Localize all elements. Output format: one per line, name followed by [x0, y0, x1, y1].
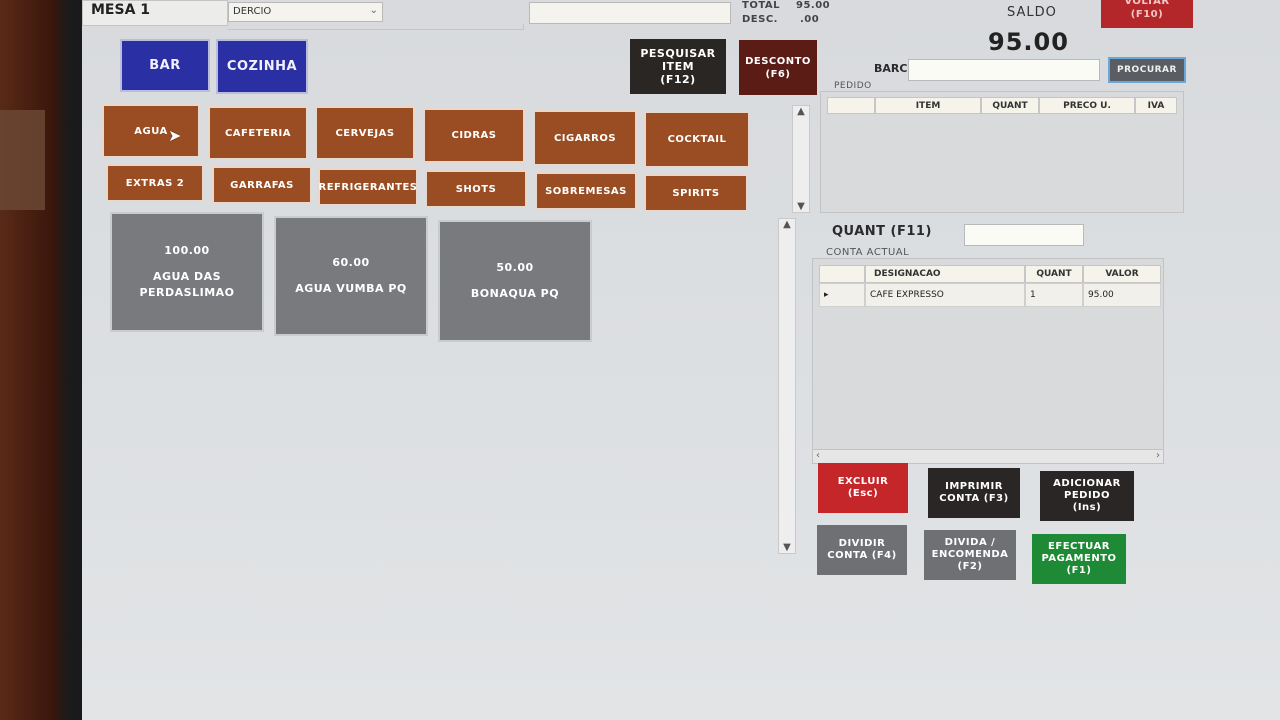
row-valor: 95.00: [1083, 283, 1161, 307]
conta-hscrollbar[interactable]: ‹ ›: [813, 449, 1163, 463]
imprimir-conta-button[interactable]: IMPRIMIR CONTA (F3): [928, 468, 1020, 518]
product-tile[interactable]: 60.00 AGUA VUMBA PQ: [274, 216, 428, 336]
category-button-shots[interactable]: SHOTS: [425, 170, 527, 208]
pesquisar-item-button[interactable]: PESQUISAR ITEM (F12): [630, 39, 726, 94]
dividir-conta-button[interactable]: DIVIDIR CONTA (F4): [817, 525, 907, 575]
conta-col-valor: VALOR: [1083, 265, 1161, 283]
category-button-sobremesas[interactable]: SOBREMESAS: [535, 172, 637, 210]
excluir-button[interactable]: EXCLUIR (Esc): [818, 463, 908, 513]
product-name: BONAQUA PQ: [470, 287, 560, 300]
quant-label: QUANT (F11): [832, 224, 932, 239]
conta-col-blank: [819, 265, 865, 283]
product-name: AGUA DAS PERDASLIMAO: [139, 270, 235, 299]
header-divider: [228, 24, 524, 30]
scroll-up-icon[interactable]: ▲: [779, 219, 795, 230]
saldo-label: SALDO: [1007, 5, 1057, 20]
category-button-cigarros[interactable]: CIGARROS: [533, 110, 637, 166]
desc-label: DESC.: [742, 14, 778, 25]
adicionar-pedido-button[interactable]: ADICIONAR PEDIDO (Ins): [1040, 471, 1134, 521]
category-button-garrafas[interactable]: GARRAFAS: [212, 166, 312, 204]
scroll-right-icon[interactable]: ›: [1156, 450, 1160, 461]
barcode-input[interactable]: [908, 59, 1100, 81]
pedido-label: PEDIDO: [834, 81, 872, 91]
pedido-col-preco: PRECO U.: [1039, 97, 1135, 114]
category-button-agua[interactable]: AGUA: [102, 104, 200, 158]
product-price: 100.00: [164, 244, 210, 257]
quant-input[interactable]: [964, 224, 1084, 246]
conta-col-designacao: DESIGNACAO: [865, 265, 1025, 283]
total-value: 95.00: [796, 0, 831, 11]
desconto-button[interactable]: DESCONTO (F6): [739, 40, 817, 95]
pedido-col-item: ITEM: [875, 97, 981, 114]
efectuar-pagamento-button[interactable]: EFECTUAR PAGAMENTO (F1): [1032, 534, 1126, 584]
category-scrollbar[interactable]: ▲ ▼: [792, 105, 810, 213]
pedido-col-iva: IVA: [1135, 97, 1177, 114]
conta-label: CONTA ACTUAL: [826, 247, 910, 258]
scroll-left-icon[interactable]: ‹: [816, 450, 820, 461]
mouse-cursor-icon: ➤: [168, 126, 182, 145]
header-input[interactable]: [529, 2, 731, 24]
category-button-cafeteria[interactable]: CAFETERIA: [208, 106, 308, 160]
row-quant: 1: [1025, 283, 1083, 307]
product-tile[interactable]: 50.00 BONAQUA PQ: [438, 220, 592, 342]
conta-grid: DESIGNACAO QUANT VALOR ▸ CAFE EXPRESSO 1…: [812, 258, 1164, 464]
scroll-up-icon[interactable]: ▲: [793, 106, 809, 117]
category-button-extras-2[interactable]: EXTRAS 2: [106, 164, 204, 202]
category-button-cervejas[interactable]: CERVEJAS: [315, 106, 415, 160]
conta-col-quant: QUANT: [1025, 265, 1083, 283]
pos-screen: MESA 1 DERCIO ⌄ TOTAL 95.00 DESC. .00 SA…: [82, 0, 1280, 720]
row-designacao: CAFE EXPRESSO: [865, 283, 1025, 307]
divida-encomenda-button[interactable]: DIVIDA / ENCOMENDA (F2): [924, 530, 1016, 580]
category-button-cocktail[interactable]: COCKTAIL: [644, 111, 750, 168]
waiter-name: DERCIO: [233, 6, 272, 17]
saldo-value: 95.00: [988, 28, 1069, 56]
voltar-button[interactable]: VOLTAR (F10): [1101, 0, 1193, 28]
row-indicator-icon: ▸: [819, 283, 865, 307]
category-button-spirits[interactable]: SPIRITS: [644, 174, 748, 212]
chevron-down-icon: ⌄: [369, 5, 378, 16]
waiter-select[interactable]: DERCIO ⌄: [228, 2, 383, 22]
pedido-col-quant: QUANT: [981, 97, 1039, 114]
category-button-refrigerantes[interactable]: REFRIGERANTES: [318, 168, 418, 206]
category-button-cidras[interactable]: CIDRAS: [423, 108, 525, 163]
procurar-button[interactable]: PROCURAR: [1108, 57, 1186, 83]
product-tile[interactable]: 100.00 AGUA DAS PERDASLIMAO: [110, 212, 264, 332]
pedido-grid: ITEM QUANT PRECO U. IVA: [820, 91, 1184, 213]
product-name: AGUA VUMBA PQ: [295, 282, 407, 295]
product-price: 60.00: [332, 256, 370, 269]
pedido-col-blank: [827, 97, 875, 114]
bar-button[interactable]: BAR: [120, 39, 210, 92]
table-label: MESA 1: [91, 2, 151, 18]
product-scrollbar[interactable]: ▲ ▼: [778, 218, 796, 554]
total-label: TOTAL: [742, 0, 780, 11]
product-price: 50.00: [496, 261, 534, 274]
background-shelf: [0, 110, 45, 210]
table-field: MESA 1: [82, 0, 228, 26]
scroll-down-icon[interactable]: ▼: [779, 542, 795, 553]
scroll-down-icon[interactable]: ▼: [793, 201, 809, 212]
table-row[interactable]: ▸ CAFE EXPRESSO 1 95.00: [819, 283, 1161, 307]
cozinha-button[interactable]: COZINHA: [216, 39, 308, 94]
desc-value: .00: [800, 14, 820, 25]
